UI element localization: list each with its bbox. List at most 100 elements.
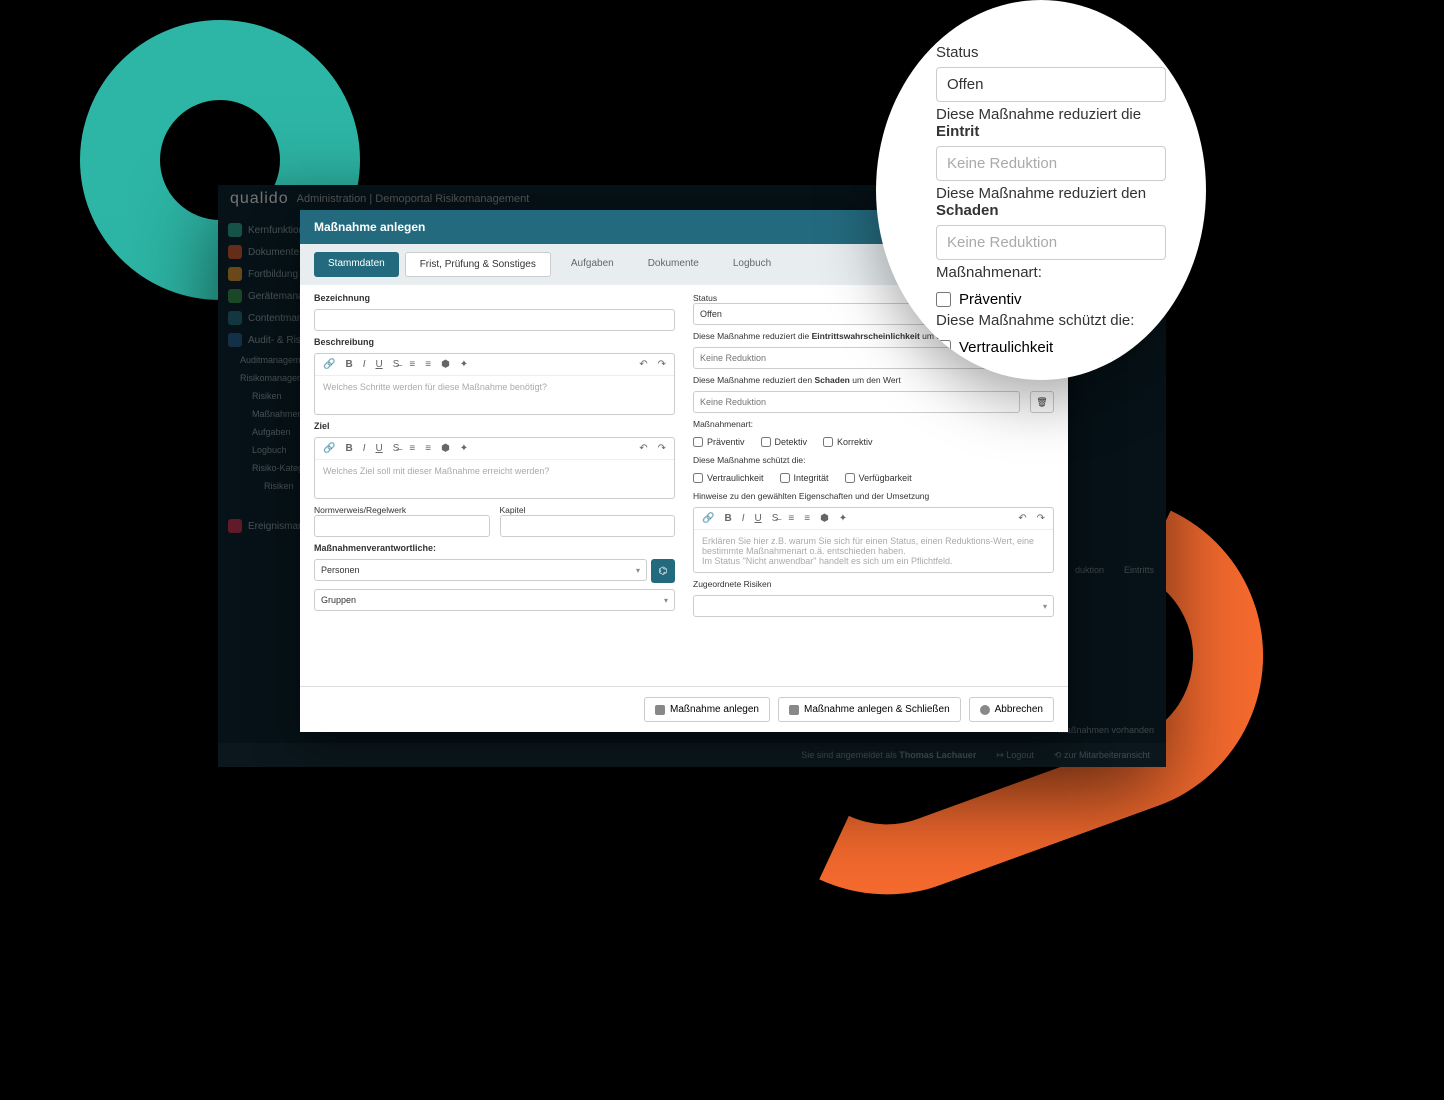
logout-link[interactable]: ↦ Logout bbox=[996, 750, 1034, 761]
more-icon[interactable]: ⬢ bbox=[441, 443, 450, 454]
ol-icon[interactable]: ≡ bbox=[788, 513, 794, 524]
editor-toolbar-ziel: 🔗 B I U S̶ ≡ ≡ ⬢ ✦ ↶ ↷ bbox=[315, 438, 674, 460]
redo-icon[interactable]: ↷ bbox=[1037, 513, 1045, 524]
m-label-reduce-prob: Diese Maßnahme reduziert die Eintrit bbox=[936, 106, 1166, 140]
label-verantwortliche: Maßnahmenverantwortliche: bbox=[314, 543, 675, 553]
tab-logbuch[interactable]: Logbuch bbox=[719, 252, 785, 277]
label-status: Status bbox=[693, 293, 927, 303]
create-close-button[interactable]: Maßnahme anlegen & Schließen bbox=[778, 697, 961, 722]
tab-dokumente[interactable]: Dokumente bbox=[634, 252, 713, 277]
redo-icon[interactable]: ↷ bbox=[658, 359, 666, 370]
more-icon[interactable]: ⬢ bbox=[820, 513, 829, 524]
ol-icon[interactable]: ≡ bbox=[409, 443, 415, 454]
underline-icon[interactable]: U bbox=[375, 359, 382, 370]
chk-korrektiv[interactable]: Korrektiv bbox=[823, 437, 873, 447]
input-reduce-dmg[interactable] bbox=[693, 391, 1020, 413]
misc-icon[interactable]: ✦ bbox=[839, 513, 847, 524]
chk-vertraulichkeit[interactable]: Vertraulichkeit bbox=[693, 473, 764, 483]
link-icon[interactable]: 🔗 bbox=[323, 443, 335, 454]
create-button[interactable]: Maßnahme anlegen bbox=[644, 697, 770, 722]
editor-ziel: 🔗 B I U S̶ ≡ ≡ ⬢ ✦ ↶ ↷ Welches Ziel soll… bbox=[314, 437, 675, 499]
ul-icon[interactable]: ≡ bbox=[425, 359, 431, 370]
underline-icon[interactable]: U bbox=[375, 443, 382, 454]
bg-column-headers: duktionEintritts bbox=[1075, 565, 1154, 575]
ol-icon[interactable]: ≡ bbox=[409, 359, 415, 370]
editor-body-hinweise[interactable]: Erklären Sie hier z.B. warum Sie sich fü… bbox=[694, 530, 1053, 572]
chk-detektiv[interactable]: Detektiv bbox=[761, 437, 808, 447]
left-column: Bezeichnung Beschreibung 🔗 B I U S̶ ≡ ≡ … bbox=[314, 293, 675, 687]
link-icon[interactable]: 🔗 bbox=[702, 513, 714, 524]
tab-stammdaten[interactable]: Stammdaten bbox=[314, 252, 399, 277]
bold-icon[interactable]: B bbox=[345, 443, 352, 454]
m-input-reduce-dmg[interactable]: Keine Reduktion bbox=[936, 225, 1166, 260]
staff-view-link[interactable]: ⟲ zur Mitarbeiteransicht bbox=[1054, 750, 1150, 761]
module-icon bbox=[228, 223, 242, 237]
label-hinweise: Hinweise zu den gewählten Eigenschaften … bbox=[693, 491, 1054, 501]
label-schuetzt: Diese Maßnahme schützt die: bbox=[693, 455, 1054, 465]
select-status[interactable]: Offen▾ bbox=[693, 303, 927, 325]
redo-icon[interactable]: ↷ bbox=[658, 443, 666, 454]
tab-aufgaben[interactable]: Aufgaben bbox=[557, 252, 628, 277]
strike-icon[interactable]: S̶ bbox=[393, 359, 400, 370]
ul-icon[interactable]: ≡ bbox=[804, 513, 810, 524]
undo-icon[interactable]: ↶ bbox=[1018, 513, 1026, 524]
editor-toolbar: 🔗 B I U S̶ ≡ ≡ ⬢ ✦ ↶ ↷ bbox=[315, 354, 674, 376]
m-label-art: Maßnahmenart: bbox=[936, 264, 1166, 281]
chevron-down-icon: ▾ bbox=[664, 596, 668, 605]
breadcrumb: Administration | Demoportal Risikomanage… bbox=[297, 193, 530, 205]
chk-praeventiv[interactable]: Präventiv bbox=[693, 437, 745, 447]
cancel-button[interactable]: Abbrechen bbox=[969, 697, 1054, 722]
input-normverweis[interactable] bbox=[314, 515, 490, 537]
more-icon[interactable]: ⬢ bbox=[441, 359, 450, 370]
chk-verfuegbarkeit[interactable]: Verfügbarkeit bbox=[845, 473, 912, 483]
bold-icon[interactable]: B bbox=[345, 359, 352, 370]
module-icon bbox=[228, 289, 242, 303]
module-icon bbox=[228, 311, 242, 325]
chk-integritaet[interactable]: Integrität bbox=[780, 473, 829, 483]
label-bezeichnung: Bezeichnung bbox=[314, 293, 675, 303]
save-icon bbox=[655, 705, 665, 715]
input-bezeichnung[interactable] bbox=[314, 309, 675, 331]
editor-body-ziel[interactable]: Welches Ziel soll mit dieser Maßnahme er… bbox=[315, 460, 674, 498]
m-chk-praeventiv[interactable]: Präventiv bbox=[936, 291, 1166, 308]
italic-icon[interactable]: I bbox=[363, 443, 366, 454]
ul-icon[interactable]: ≡ bbox=[425, 443, 431, 454]
org-tree-button[interactable]: ⌬ bbox=[651, 559, 675, 583]
italic-icon[interactable]: I bbox=[363, 359, 366, 370]
strike-icon[interactable]: S̶ bbox=[772, 513, 779, 524]
label-beschreibung: Beschreibung bbox=[314, 337, 675, 347]
link-icon[interactable]: 🔗 bbox=[323, 359, 335, 370]
underline-icon[interactable]: U bbox=[754, 513, 761, 524]
modal-footer: Maßnahme anlegen Maßnahme anlegen & Schl… bbox=[300, 686, 1068, 732]
module-icon bbox=[228, 267, 242, 281]
magnify-overlay: Status Offen Diese Maßnahme reduziert di… bbox=[876, 0, 1206, 380]
bold-icon[interactable]: B bbox=[724, 513, 731, 524]
select-zugeordnete[interactable]: ▾ bbox=[693, 595, 1054, 617]
label-kapitel: Kapitel bbox=[500, 505, 676, 515]
label-reduce-dmg: Diese Maßnahme reduziert den Schaden um … bbox=[693, 375, 1054, 385]
module-icon bbox=[228, 519, 242, 533]
m-label-reduce-dmg: Diese Maßnahme reduziert den Schaden bbox=[936, 185, 1166, 219]
module-icon bbox=[228, 245, 242, 259]
editor-beschreibung: 🔗 B I U S̶ ≡ ≡ ⬢ ✦ ↶ ↷ Welches Schritte … bbox=[314, 353, 675, 415]
editor-hinweise: 🔗 B I U S̶ ≡ ≡ ⬢ ✦ ↶ ↷ Erklären Sie hier… bbox=[693, 507, 1054, 573]
loggedin-text: Sie sind angemeldet als Thomas Lachauer bbox=[801, 750, 976, 760]
editor-body-beschreibung[interactable]: Welches Schritte werden für diese Maßnah… bbox=[315, 376, 674, 414]
strike-icon[interactable]: S̶ bbox=[393, 443, 400, 454]
select-gruppen[interactable]: Gruppen▾ bbox=[314, 589, 675, 611]
undo-icon[interactable]: ↶ bbox=[639, 443, 647, 454]
trash-button[interactable]: 🗑 bbox=[1030, 391, 1054, 413]
misc-icon[interactable]: ✦ bbox=[460, 443, 468, 454]
select-personen[interactable]: Personen▾ bbox=[314, 559, 647, 581]
italic-icon[interactable]: I bbox=[742, 513, 745, 524]
m-select-status[interactable]: Offen bbox=[936, 67, 1166, 102]
input-kapitel[interactable] bbox=[500, 515, 676, 537]
chevron-down-icon: ▾ bbox=[636, 566, 640, 575]
bg-status-text: Maßnahmen vorhanden bbox=[1058, 725, 1154, 735]
footer: Sie sind angemeldet als Thomas Lachauer … bbox=[218, 743, 1166, 767]
undo-icon[interactable]: ↶ bbox=[639, 359, 647, 370]
save-icon bbox=[789, 705, 799, 715]
tab-frist[interactable]: Frist, Prüfung & Sonstiges bbox=[405, 252, 551, 277]
misc-icon[interactable]: ✦ bbox=[460, 359, 468, 370]
m-input-reduce-prob[interactable]: Keine Reduktion bbox=[936, 146, 1166, 181]
